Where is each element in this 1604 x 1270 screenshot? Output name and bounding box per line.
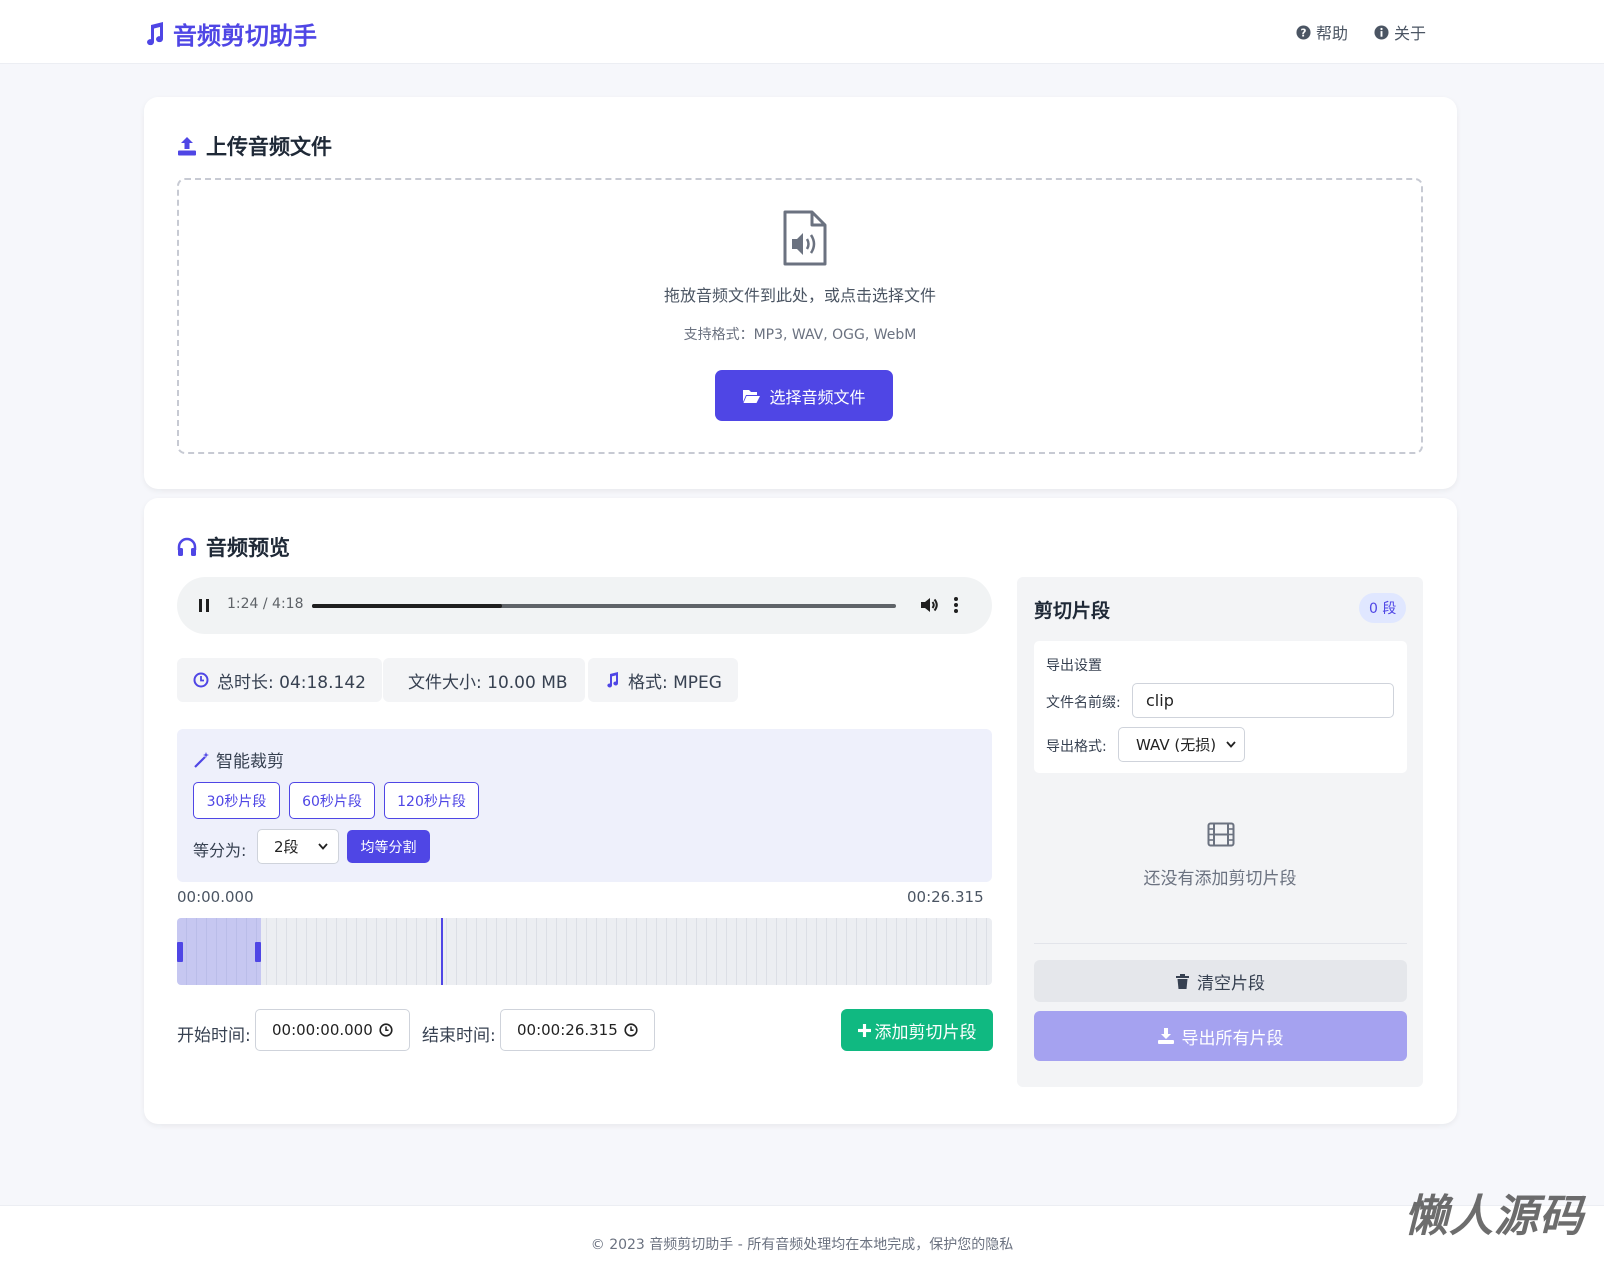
preview-title-text: 音频预览 <box>206 536 290 560</box>
end-time-label: 结束时间: <box>422 1026 496 1046</box>
clear-segments-label: 清空片段 <box>1197 973 1265 994</box>
chevron-down-icon <box>1226 741 1236 748</box>
question-circle-icon: ? <box>1296 24 1311 40</box>
nav-help[interactable]: ? 帮助 <box>1296 20 1348 44</box>
footer: © 2023 音频剪切助手 - 所有音频处理均在本地完成，保护您的隐私 <box>0 1205 1604 1270</box>
add-segment-button[interactable]: 添加剪切片段 <box>841 1009 993 1051</box>
prefix-value: clip <box>1146 691 1174 710</box>
download-icon <box>1157 1028 1174 1044</box>
preset-120s-button[interactable]: 120秒片段 <box>384 782 479 819</box>
export-format-label: 导出格式: <box>1046 739 1107 755</box>
clock-icon <box>193 672 209 688</box>
more-options-icon[interactable] <box>953 595 959 615</box>
nav-help-label: 帮助 <box>1315 24 1348 43</box>
plus-icon <box>857 1023 871 1037</box>
export-format-value: WAV (无损) <box>1136 736 1217 754</box>
selection-region[interactable] <box>177 918 261 985</box>
chevron-down-icon <box>318 843 328 850</box>
info-circle-icon <box>1374 24 1389 40</box>
pause-icon[interactable] <box>197 597 211 614</box>
formats-text: 支持格式：MP3, WAV, OGG, WebM <box>683 327 917 343</box>
footer-text: © 2023 音频剪切助手 - 所有音频处理均在本地完成，保护您的隐私 <box>590 1237 1014 1253</box>
headphones-icon <box>177 537 197 556</box>
timeline-end-label: 00:26.315 <box>907 888 984 906</box>
segments-title: 剪切片段 <box>1034 600 1111 622</box>
upload-title: 上传音频文件 <box>177 131 332 161</box>
equal-split-button[interactable]: 均等分割 <box>347 830 430 863</box>
clear-segments-button[interactable]: 清空片段 <box>1034 960 1407 1002</box>
export-all-label: 导出所有片段 <box>1181 1028 1284 1049</box>
playhead[interactable] <box>441 918 443 985</box>
size-text: 文件大小: 10.00 MB <box>408 672 568 693</box>
format-info: 格式: MPEG <box>588 658 738 702</box>
segment-count-badge: 0 段 <box>1359 593 1407 623</box>
export-all-button[interactable]: 导出所有片段 <box>1034 1011 1407 1061</box>
preset-60s-button[interactable]: 60秒片段 <box>289 782 375 819</box>
duration-info: 总时长: 04:18.142 <box>177 658 382 702</box>
add-segment-label: 添加剪切片段 <box>874 1022 977 1043</box>
prefix-input[interactable]: clip <box>1132 683 1394 718</box>
selection-end-handle[interactable] <box>255 942 261 962</box>
export-settings: 导出设置 文件名前缀: clip 导出格式: WAV (无损) <box>1034 641 1407 773</box>
watermark-logo: 懒人源码 <box>1404 1191 1584 1242</box>
audio-file-icon <box>783 210 827 266</box>
prefix-label: 文件名前缀: <box>1046 695 1121 711</box>
music-note-icon <box>607 672 619 688</box>
export-settings-title: 导出设置 <box>1046 658 1102 674</box>
waveform-timeline[interactable] <box>177 918 992 985</box>
equal-split-select[interactable]: 2段 <box>257 829 339 864</box>
end-time-input[interactable]: 00:00:26.315 <box>500 1009 655 1051</box>
equal-split-label: 等分为: <box>193 841 247 860</box>
divider <box>1034 943 1407 944</box>
audio-player: 1:24 / 4:18 <box>177 577 992 634</box>
player-seek-bar[interactable] <box>312 604 896 608</box>
player-time: 1:24 / 4:18 <box>227 596 304 612</box>
upload-title-text: 上传音频文件 <box>206 135 332 159</box>
format-text: 格式: MPEG <box>628 672 722 693</box>
smart-cut-panel: 智能裁剪 30秒片段 60秒片段 120秒片段 等分为: 2段 均等分割 <box>177 729 992 882</box>
preset-30s-button[interactable]: 30秒片段 <box>193 782 280 819</box>
nav-about[interactable]: 关于 <box>1374 20 1426 44</box>
start-time-value: 00:00:00.000 <box>272 1021 373 1039</box>
choose-file-label: 选择音频文件 <box>769 387 866 407</box>
upload-icon <box>178 137 196 156</box>
folder-open-icon <box>743 389 761 403</box>
duration-text: 总时长: 04:18.142 <box>217 672 366 693</box>
waveform-bars <box>177 918 992 985</box>
top-bar: 音频剪切助手 ? 帮助 关于 <box>0 0 1604 64</box>
drop-text: 拖放音频文件到此处，或点击选择文件 <box>663 286 936 305</box>
size-info: 文件大小: 10.00 MB <box>383 658 585 702</box>
segments-panel: 剪切片段 0 段 导出设置 文件名前缀: clip 导出格式: WAV (无损) <box>1017 577 1423 1087</box>
start-time-label: 开始时间: <box>177 1026 251 1046</box>
app-title: 音频剪切助手 <box>173 22 317 50</box>
film-icon <box>1207 822 1235 847</box>
start-time-input[interactable]: 00:00:00.000 <box>255 1009 410 1051</box>
clock-icon <box>379 1023 393 1037</box>
player-progress <box>312 604 503 608</box>
svg-text:?: ? <box>1300 27 1306 39</box>
end-time-value: 00:00:26.315 <box>517 1021 618 1039</box>
upload-card: 上传音频文件 拖放音频文件到此处，或点击选择文件 支持格式：MP3, WAV, … <box>144 97 1457 489</box>
drop-zone[interactable]: 拖放音频文件到此处，或点击选择文件 支持格式：MP3, WAV, OGG, We… <box>177 178 1423 454</box>
selection-start-handle[interactable] <box>177 942 183 962</box>
clock-icon <box>624 1023 638 1037</box>
empty-segments-text: 还没有添加剪切片段 <box>1143 869 1297 889</box>
music-note-icon <box>147 21 164 45</box>
smart-cut-title-text: 智能裁剪 <box>216 752 284 772</box>
equal-split-value: 2段 <box>274 838 299 856</box>
magic-wand-icon <box>194 751 209 768</box>
smart-cut-title: 智能裁剪 <box>193 747 284 772</box>
preview-title: 音频预览 <box>177 532 290 562</box>
trash-icon <box>1176 973 1189 989</box>
app-brand[interactable]: 音频剪切助手 <box>143 16 317 51</box>
volume-icon[interactable] <box>919 595 939 615</box>
choose-file-button[interactable]: 选择音频文件 <box>715 370 893 421</box>
timeline-start-label: 00:00.000 <box>177 888 254 906</box>
export-format-select[interactable]: WAV (无损) <box>1118 727 1245 762</box>
top-nav: ? 帮助 关于 <box>1296 20 1426 44</box>
preview-card: 音频预览 1:24 / 4:18 总时长: 04:18.142 文件大小: 10… <box>144 498 1457 1124</box>
nav-about-label: 关于 <box>1393 24 1426 43</box>
